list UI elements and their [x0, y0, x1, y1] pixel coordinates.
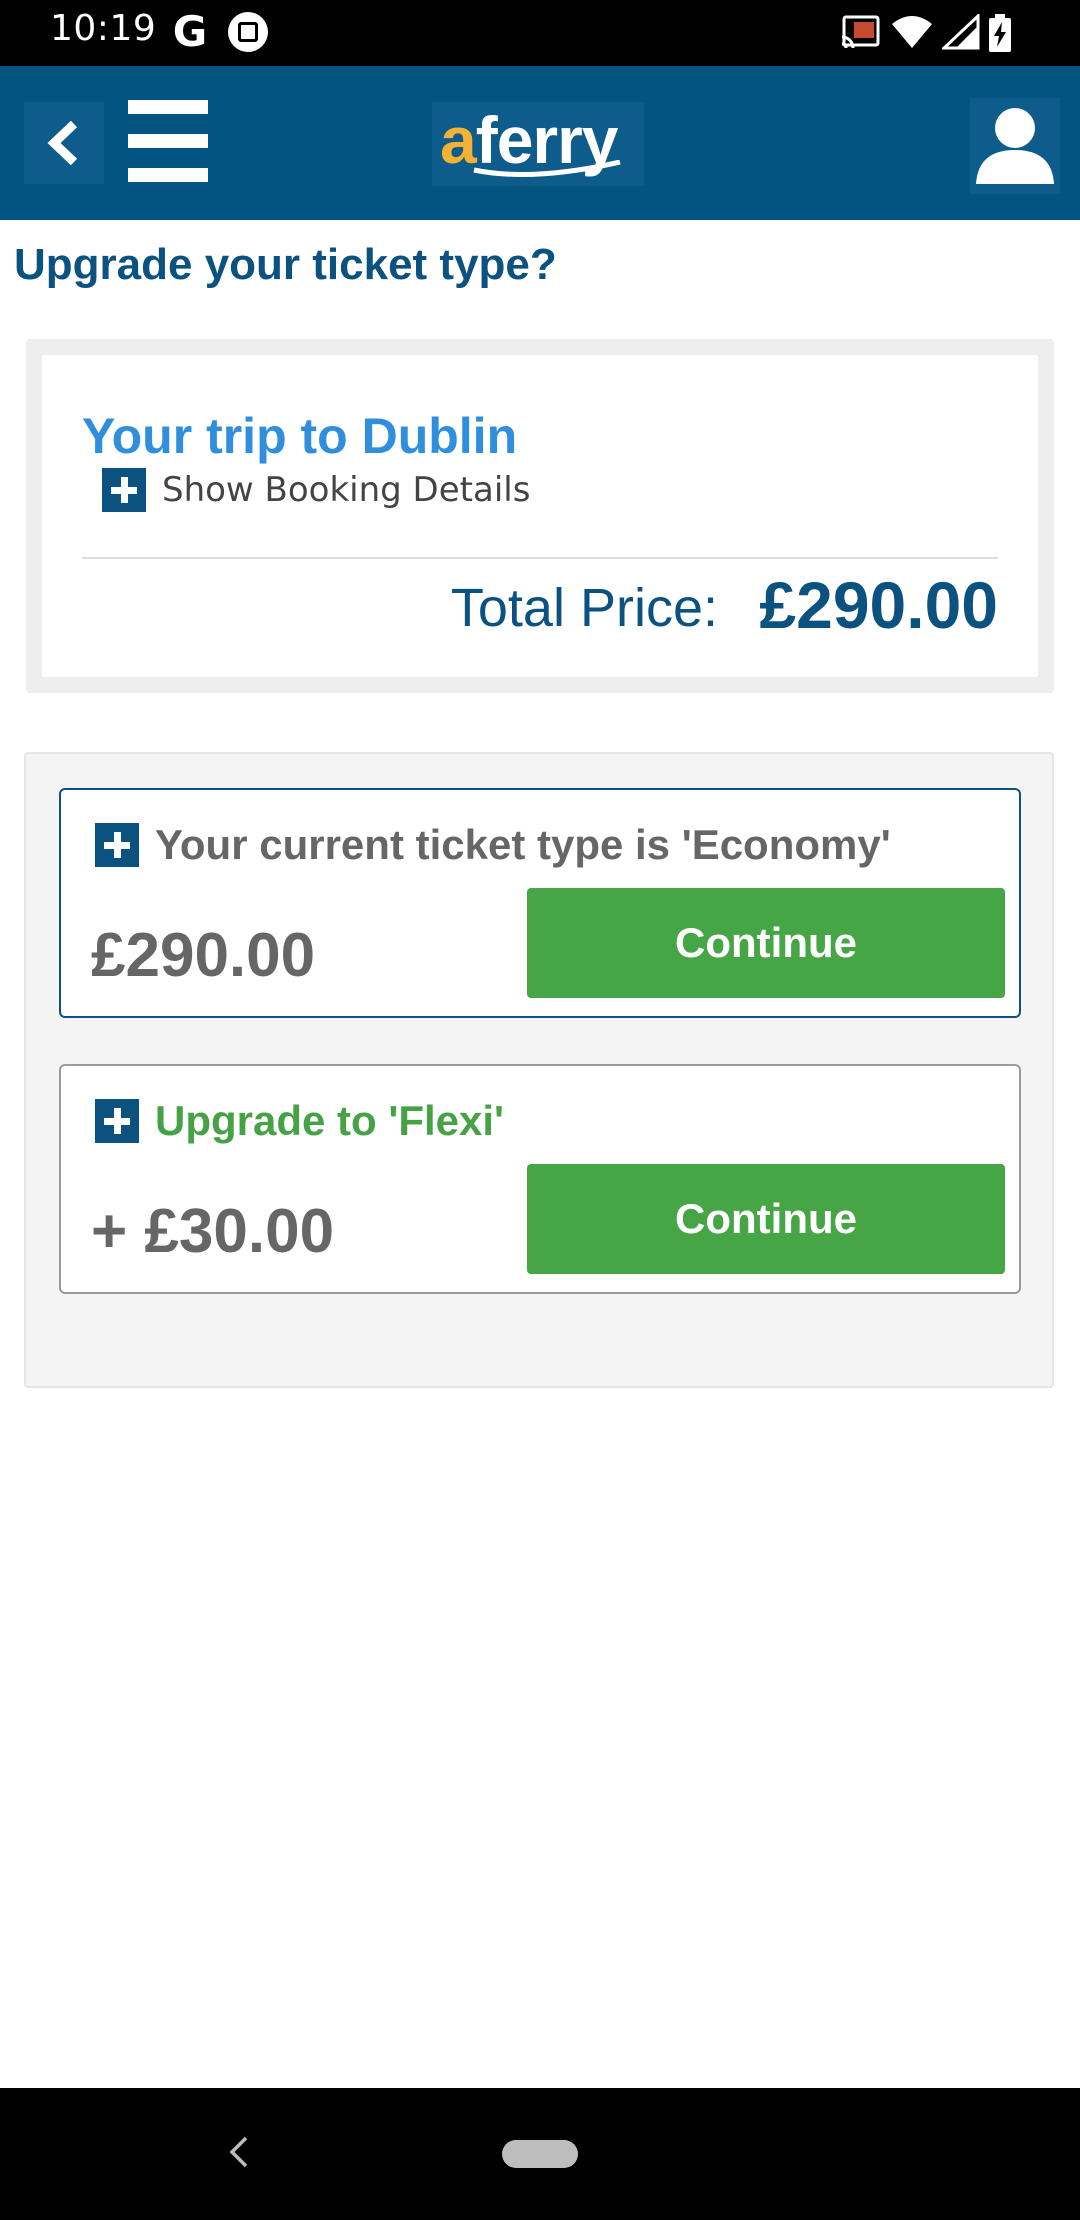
- show-booking-details[interactable]: Show Booking Details: [102, 467, 530, 513]
- option-price: £290.00: [91, 921, 316, 990]
- google-icon: G: [172, 7, 208, 56]
- page-title: Upgrade your ticket type?: [14, 240, 557, 289]
- battery-charging-icon: [989, 14, 1011, 52]
- menu-icon: [128, 168, 208, 182]
- logo-swoosh: [473, 160, 621, 177]
- menu-icon: [128, 134, 208, 148]
- back-icon: [47, 120, 78, 166]
- cast-icon: [841, 15, 880, 49]
- continue-flexi-button[interactable]: Continue: [527, 1164, 1005, 1274]
- app-header: aferry: [0, 66, 1080, 220]
- plus-icon: [95, 1099, 139, 1143]
- aferry-logo[interactable]: aferry: [432, 102, 644, 186]
- status-bar: 10:19 G: [0, 0, 1080, 66]
- total-price-label: Total Price:: [450, 578, 718, 638]
- show-booking-details-label: Show Booking Details: [162, 470, 531, 510]
- continue-economy-button[interactable]: Continue: [527, 888, 1005, 998]
- status-time: 10:19: [50, 8, 157, 49]
- plus-icon: [95, 823, 139, 867]
- option-heading-text: Upgrade to 'Flexi': [155, 1097, 505, 1144]
- option-heading[interactable]: Upgrade to 'Flexi': [95, 1097, 505, 1144]
- back-button[interactable]: [24, 102, 104, 184]
- booking-summary: Your trip to Dublin Show Booking Details…: [26, 339, 1054, 693]
- menu-icon: [128, 100, 208, 114]
- option-price: + £30.00: [91, 1197, 335, 1266]
- signal-icon: [942, 14, 980, 50]
- user-icon: [976, 108, 1054, 184]
- account-button[interactable]: [970, 98, 1060, 194]
- plus-icon: [102, 468, 146, 512]
- total-price-value: £290.00: [759, 568, 998, 642]
- system-nav-bar: [0, 2088, 1080, 2220]
- menu-button[interactable]: [128, 100, 208, 186]
- logo-a: a: [440, 103, 477, 177]
- trip-title: Your trip to Dublin: [82, 408, 518, 464]
- divider: [82, 557, 998, 559]
- nav-back-icon[interactable]: [224, 2132, 254, 2172]
- option-heading[interactable]: Your current ticket type is 'Economy': [95, 821, 891, 868]
- photo-icon: [228, 12, 268, 52]
- option-heading-text: Your current ticket type is 'Economy': [155, 821, 891, 868]
- nav-home-pill[interactable]: [502, 2140, 578, 2168]
- wifi-icon: [892, 16, 932, 48]
- ticket-option-economy: Your current ticket type is 'Economy' £2…: [59, 788, 1021, 1018]
- ticket-options-panel: Your current ticket type is 'Economy' £2…: [24, 752, 1054, 1388]
- ticket-option-flexi: Upgrade to 'Flexi' + £30.00 Continue: [59, 1064, 1021, 1294]
